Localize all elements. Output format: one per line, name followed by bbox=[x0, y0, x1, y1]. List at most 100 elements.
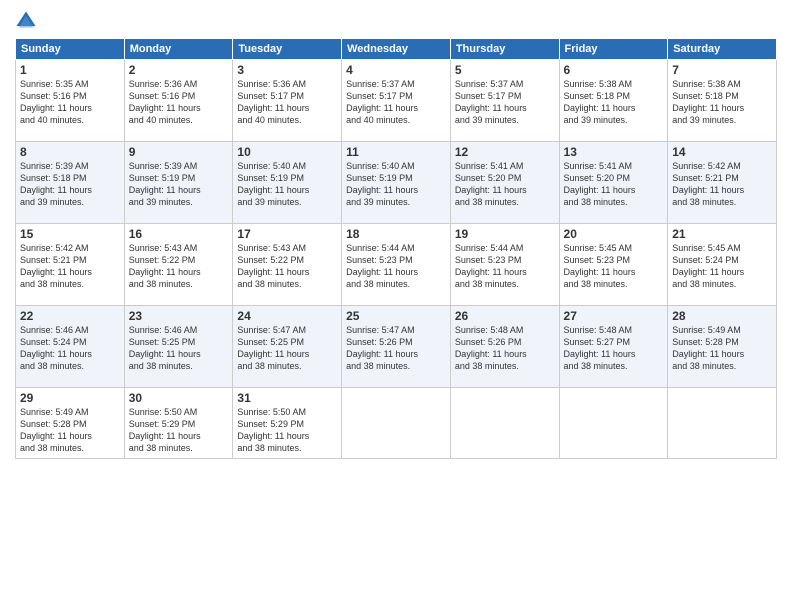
calendar-day-cell: 22Sunrise: 5:46 AM Sunset: 5:24 PM Dayli… bbox=[16, 306, 125, 388]
calendar-day-cell: 1Sunrise: 5:35 AM Sunset: 5:16 PM Daylig… bbox=[16, 60, 125, 142]
calendar-day-cell: 15Sunrise: 5:42 AM Sunset: 5:21 PM Dayli… bbox=[16, 224, 125, 306]
calendar-day-cell: 23Sunrise: 5:46 AM Sunset: 5:25 PM Dayli… bbox=[124, 306, 233, 388]
day-number: 14 bbox=[672, 145, 772, 159]
calendar-day-cell: 10Sunrise: 5:40 AM Sunset: 5:19 PM Dayli… bbox=[233, 142, 342, 224]
calendar-table: SundayMondayTuesdayWednesdayThursdayFrid… bbox=[15, 38, 777, 459]
calendar-day-cell: 24Sunrise: 5:47 AM Sunset: 5:25 PM Dayli… bbox=[233, 306, 342, 388]
calendar-week-row: 1Sunrise: 5:35 AM Sunset: 5:16 PM Daylig… bbox=[16, 60, 777, 142]
day-number: 23 bbox=[129, 309, 229, 323]
calendar-day-cell: 14Sunrise: 5:42 AM Sunset: 5:21 PM Dayli… bbox=[668, 142, 777, 224]
calendar-week-row: 29Sunrise: 5:49 AM Sunset: 5:28 PM Dayli… bbox=[16, 388, 777, 459]
day-info: Sunrise: 5:37 AM Sunset: 5:17 PM Dayligh… bbox=[346, 78, 446, 127]
day-info: Sunrise: 5:46 AM Sunset: 5:25 PM Dayligh… bbox=[129, 324, 229, 373]
calendar-day-cell bbox=[450, 388, 559, 459]
day-header-monday: Monday bbox=[124, 39, 233, 60]
day-header-tuesday: Tuesday bbox=[233, 39, 342, 60]
day-number: 26 bbox=[455, 309, 555, 323]
day-info: Sunrise: 5:35 AM Sunset: 5:16 PM Dayligh… bbox=[20, 78, 120, 127]
day-number: 10 bbox=[237, 145, 337, 159]
calendar-day-cell: 6Sunrise: 5:38 AM Sunset: 5:18 PM Daylig… bbox=[559, 60, 668, 142]
day-info: Sunrise: 5:50 AM Sunset: 5:29 PM Dayligh… bbox=[129, 406, 229, 455]
day-number: 29 bbox=[20, 391, 120, 405]
day-number: 4 bbox=[346, 63, 446, 77]
calendar-day-cell: 4Sunrise: 5:37 AM Sunset: 5:17 PM Daylig… bbox=[342, 60, 451, 142]
day-number: 13 bbox=[564, 145, 664, 159]
day-info: Sunrise: 5:38 AM Sunset: 5:18 PM Dayligh… bbox=[672, 78, 772, 127]
calendar-day-cell: 16Sunrise: 5:43 AM Sunset: 5:22 PM Dayli… bbox=[124, 224, 233, 306]
day-header-wednesday: Wednesday bbox=[342, 39, 451, 60]
calendar-day-cell: 13Sunrise: 5:41 AM Sunset: 5:20 PM Dayli… bbox=[559, 142, 668, 224]
day-number: 8 bbox=[20, 145, 120, 159]
day-number: 17 bbox=[237, 227, 337, 241]
day-number: 30 bbox=[129, 391, 229, 405]
day-header-sunday: Sunday bbox=[16, 39, 125, 60]
calendar-day-cell bbox=[559, 388, 668, 459]
day-number: 3 bbox=[237, 63, 337, 77]
day-number: 5 bbox=[455, 63, 555, 77]
day-number: 28 bbox=[672, 309, 772, 323]
day-info: Sunrise: 5:47 AM Sunset: 5:26 PM Dayligh… bbox=[346, 324, 446, 373]
day-number: 19 bbox=[455, 227, 555, 241]
day-info: Sunrise: 5:39 AM Sunset: 5:18 PM Dayligh… bbox=[20, 160, 120, 209]
calendar-day-cell: 25Sunrise: 5:47 AM Sunset: 5:26 PM Dayli… bbox=[342, 306, 451, 388]
day-info: Sunrise: 5:37 AM Sunset: 5:17 PM Dayligh… bbox=[455, 78, 555, 127]
day-info: Sunrise: 5:44 AM Sunset: 5:23 PM Dayligh… bbox=[455, 242, 555, 291]
day-info: Sunrise: 5:49 AM Sunset: 5:28 PM Dayligh… bbox=[20, 406, 120, 455]
day-info: Sunrise: 5:44 AM Sunset: 5:23 PM Dayligh… bbox=[346, 242, 446, 291]
calendar-header-row: SundayMondayTuesdayWednesdayThursdayFrid… bbox=[16, 39, 777, 60]
calendar-day-cell: 21Sunrise: 5:45 AM Sunset: 5:24 PM Dayli… bbox=[668, 224, 777, 306]
day-number: 21 bbox=[672, 227, 772, 241]
day-info: Sunrise: 5:42 AM Sunset: 5:21 PM Dayligh… bbox=[20, 242, 120, 291]
day-info: Sunrise: 5:42 AM Sunset: 5:21 PM Dayligh… bbox=[672, 160, 772, 209]
calendar-day-cell: 28Sunrise: 5:49 AM Sunset: 5:28 PM Dayli… bbox=[668, 306, 777, 388]
day-number: 7 bbox=[672, 63, 772, 77]
calendar-day-cell: 7Sunrise: 5:38 AM Sunset: 5:18 PM Daylig… bbox=[668, 60, 777, 142]
day-info: Sunrise: 5:36 AM Sunset: 5:17 PM Dayligh… bbox=[237, 78, 337, 127]
day-info: Sunrise: 5:41 AM Sunset: 5:20 PM Dayligh… bbox=[455, 160, 555, 209]
day-header-saturday: Saturday bbox=[668, 39, 777, 60]
day-info: Sunrise: 5:47 AM Sunset: 5:25 PM Dayligh… bbox=[237, 324, 337, 373]
day-info: Sunrise: 5:40 AM Sunset: 5:19 PM Dayligh… bbox=[346, 160, 446, 209]
day-info: Sunrise: 5:43 AM Sunset: 5:22 PM Dayligh… bbox=[237, 242, 337, 291]
day-info: Sunrise: 5:36 AM Sunset: 5:16 PM Dayligh… bbox=[129, 78, 229, 127]
day-number: 11 bbox=[346, 145, 446, 159]
day-number: 22 bbox=[20, 309, 120, 323]
calendar-day-cell: 18Sunrise: 5:44 AM Sunset: 5:23 PM Dayli… bbox=[342, 224, 451, 306]
logo bbox=[15, 10, 41, 32]
day-info: Sunrise: 5:43 AM Sunset: 5:22 PM Dayligh… bbox=[129, 242, 229, 291]
calendar-day-cell: 12Sunrise: 5:41 AM Sunset: 5:20 PM Dayli… bbox=[450, 142, 559, 224]
day-info: Sunrise: 5:40 AM Sunset: 5:19 PM Dayligh… bbox=[237, 160, 337, 209]
day-info: Sunrise: 5:48 AM Sunset: 5:26 PM Dayligh… bbox=[455, 324, 555, 373]
day-info: Sunrise: 5:45 AM Sunset: 5:24 PM Dayligh… bbox=[672, 242, 772, 291]
calendar-day-cell bbox=[668, 388, 777, 459]
logo-icon bbox=[15, 10, 37, 32]
day-number: 25 bbox=[346, 309, 446, 323]
calendar-day-cell: 3Sunrise: 5:36 AM Sunset: 5:17 PM Daylig… bbox=[233, 60, 342, 142]
calendar-week-row: 15Sunrise: 5:42 AM Sunset: 5:21 PM Dayli… bbox=[16, 224, 777, 306]
calendar-day-cell: 20Sunrise: 5:45 AM Sunset: 5:23 PM Dayli… bbox=[559, 224, 668, 306]
day-number: 12 bbox=[455, 145, 555, 159]
day-header-friday: Friday bbox=[559, 39, 668, 60]
calendar-day-cell: 29Sunrise: 5:49 AM Sunset: 5:28 PM Dayli… bbox=[16, 388, 125, 459]
calendar-day-cell: 19Sunrise: 5:44 AM Sunset: 5:23 PM Dayli… bbox=[450, 224, 559, 306]
day-number: 1 bbox=[20, 63, 120, 77]
day-info: Sunrise: 5:39 AM Sunset: 5:19 PM Dayligh… bbox=[129, 160, 229, 209]
calendar-day-cell: 17Sunrise: 5:43 AM Sunset: 5:22 PM Dayli… bbox=[233, 224, 342, 306]
calendar-day-cell: 11Sunrise: 5:40 AM Sunset: 5:19 PM Dayli… bbox=[342, 142, 451, 224]
day-info: Sunrise: 5:38 AM Sunset: 5:18 PM Dayligh… bbox=[564, 78, 664, 127]
day-number: 15 bbox=[20, 227, 120, 241]
day-number: 16 bbox=[129, 227, 229, 241]
day-info: Sunrise: 5:48 AM Sunset: 5:27 PM Dayligh… bbox=[564, 324, 664, 373]
day-info: Sunrise: 5:50 AM Sunset: 5:29 PM Dayligh… bbox=[237, 406, 337, 455]
calendar-week-row: 8Sunrise: 5:39 AM Sunset: 5:18 PM Daylig… bbox=[16, 142, 777, 224]
day-header-thursday: Thursday bbox=[450, 39, 559, 60]
calendar-day-cell: 8Sunrise: 5:39 AM Sunset: 5:18 PM Daylig… bbox=[16, 142, 125, 224]
day-number: 18 bbox=[346, 227, 446, 241]
day-number: 2 bbox=[129, 63, 229, 77]
day-number: 27 bbox=[564, 309, 664, 323]
day-number: 24 bbox=[237, 309, 337, 323]
day-info: Sunrise: 5:41 AM Sunset: 5:20 PM Dayligh… bbox=[564, 160, 664, 209]
day-number: 9 bbox=[129, 145, 229, 159]
day-info: Sunrise: 5:46 AM Sunset: 5:24 PM Dayligh… bbox=[20, 324, 120, 373]
day-number: 20 bbox=[564, 227, 664, 241]
